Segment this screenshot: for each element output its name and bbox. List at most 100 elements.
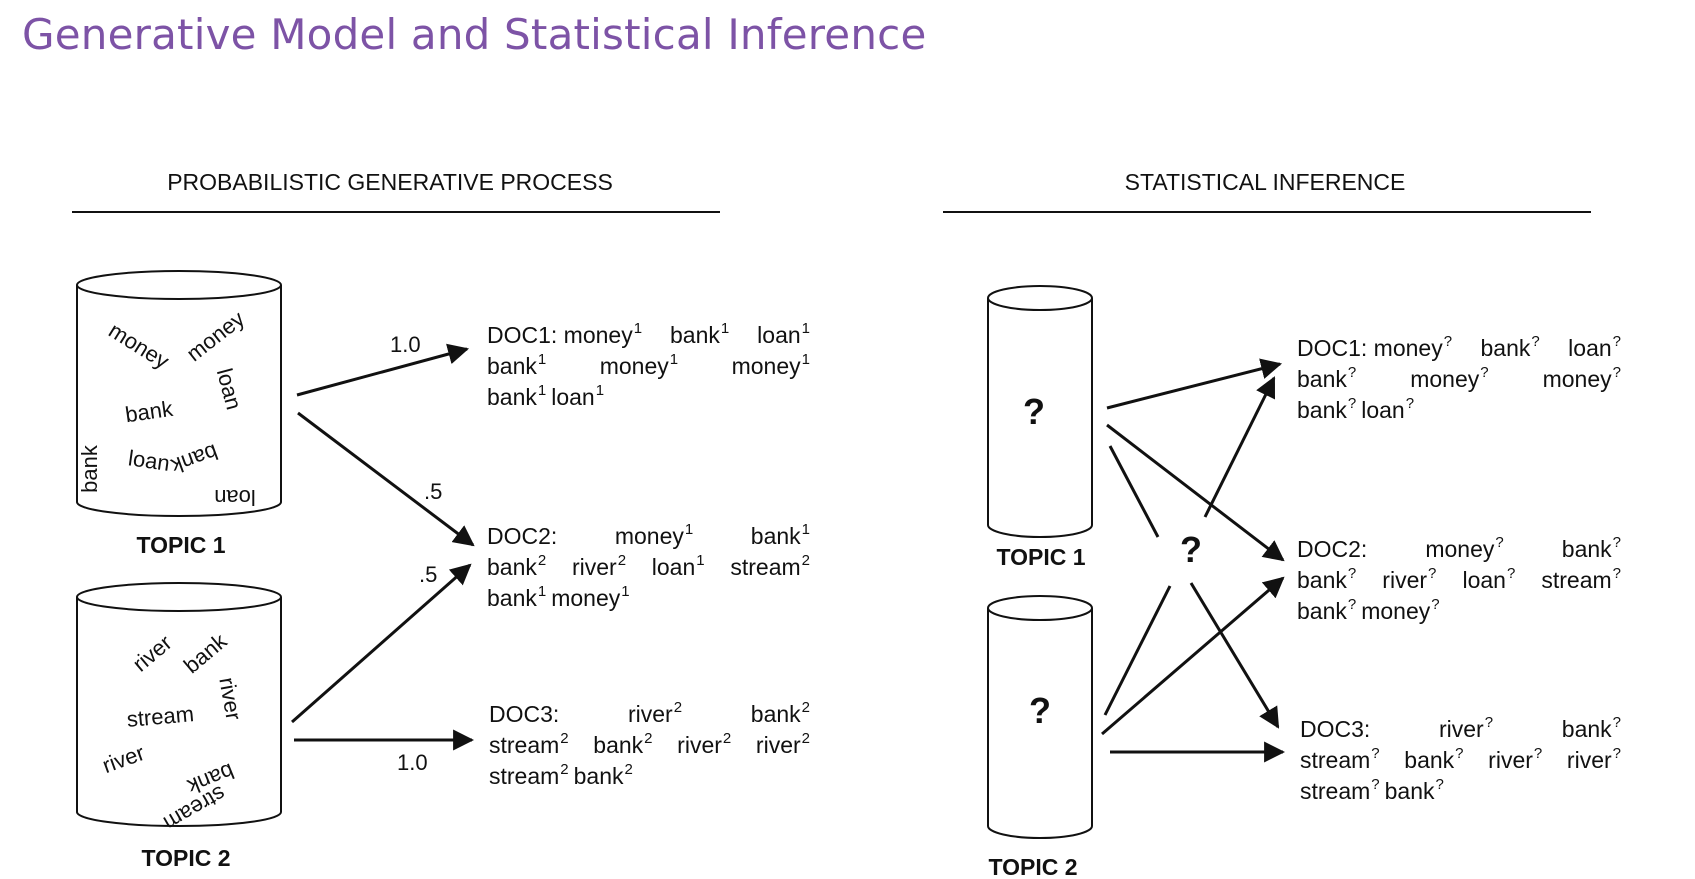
svg-text:money: money	[551, 585, 621, 611]
right-doc3-topic-tag: ?	[1613, 745, 1621, 762]
right-doc2-topic-tag: ?	[1428, 565, 1436, 582]
diagram-canvas: PROBABILISTIC GENERATIVE PROCESS money mo…	[72, 169, 1621, 879]
right-doc3-word: stream?	[1300, 776, 1380, 804]
svg-text:bank: bank	[487, 384, 537, 410]
left-doc2-topic-tag: 2	[538, 552, 546, 569]
right-doc3-word: bank?	[1404, 745, 1463, 773]
right-doc1-word: money?	[1543, 364, 1621, 392]
left-doc1-word: bank 1	[487, 382, 546, 410]
left-doc1-topic-tag: 1	[634, 320, 642, 337]
arrow-inferred-topic1-doc1	[1106, 358, 1283, 410]
weight-topic1-doc2: .5	[424, 479, 442, 504]
svg-text:bank: bank	[1562, 716, 1612, 742]
right-doc2-word: river?	[1382, 565, 1436, 593]
svg-text:stream: stream	[1300, 747, 1370, 773]
left-doc3-word: stream 2	[489, 730, 569, 758]
svg-text:money: money	[1425, 536, 1495, 562]
weight-topic1-doc1: 1.0	[390, 332, 421, 357]
svg-text:river: river	[1439, 716, 1484, 742]
svg-text:DOC1: money: DOC1: money	[487, 322, 633, 348]
svg-text:river: river	[572, 554, 617, 580]
right-doc2-topic-tag: ?	[1431, 596, 1439, 613]
svg-text:bank: bank	[487, 585, 537, 611]
right-doc2-topic-tag: ?	[1507, 565, 1515, 582]
topic1-word: bank	[124, 396, 176, 428]
left-doc3-word: bank 2	[751, 699, 810, 727]
right-doc2-word: bank?	[1562, 534, 1621, 562]
svg-text:loan: loan	[1361, 397, 1404, 423]
svg-text:DOC3:: DOC3:	[489, 701, 559, 727]
right-doc3-topic-tag: ?	[1371, 745, 1379, 762]
left-doc1-topic-tag: 1	[538, 351, 546, 368]
svg-text:loan: loan	[551, 384, 594, 410]
right-doc1-word: bank?	[1297, 364, 1356, 392]
inferred-topic1-mark: ?	[1023, 391, 1045, 432]
left-doc2-word: money 1	[615, 521, 693, 549]
right-doc2-topic-tag: ?	[1613, 565, 1621, 582]
svg-text:river: river	[628, 701, 673, 727]
right-doc2-topic-tag: ?	[1348, 565, 1356, 582]
left-doc1-word: money 1	[600, 351, 678, 379]
weight-topic2-doc3: 1.0	[397, 750, 428, 775]
svg-text:stream: stream	[1541, 567, 1611, 593]
topic1-words: money moneyloanbankbank loanbankloan	[77, 306, 256, 510]
left-doc1-word: money 1	[732, 351, 810, 379]
svg-text:stream: stream	[1300, 778, 1370, 804]
right-doc3-word: stream?	[1300, 745, 1380, 773]
left-doc2-topic-tag: 1	[802, 521, 810, 538]
right-doc1-word: loan?	[1361, 395, 1414, 423]
right-doc2-topic-tag: ?	[1348, 596, 1356, 613]
svg-text:loan: loan	[1462, 567, 1505, 593]
right-panel-header: STATISTICAL INFERENCE	[1125, 169, 1406, 195]
right-doc3-topic-tag: ?	[1534, 745, 1542, 762]
left-doc1-topic-tag: 1	[802, 320, 810, 337]
right-doc1-topic-tag: ?	[1348, 364, 1356, 381]
right-doc3-word: bank?	[1562, 714, 1621, 742]
right-doc1-word: bank?	[1297, 395, 1356, 423]
right-doc2-word: stream?	[1541, 565, 1621, 593]
left-doc1-word: loan 1	[551, 382, 604, 410]
right-doc3-topic-tag: ?	[1371, 776, 1379, 793]
right-doc1-topic-tag: ?	[1406, 395, 1414, 412]
topic1-word: money	[104, 318, 173, 374]
topic1-word: bank	[167, 439, 221, 479]
left-doc2-word: DOC2:	[487, 523, 557, 549]
right-doc3-word: bank?	[1385, 776, 1444, 804]
right-doc3-topic-tag: ?	[1485, 714, 1493, 731]
svg-text:bank: bank	[593, 732, 643, 758]
svg-text:stream: stream	[489, 732, 559, 758]
right-doc3-word: river?	[1488, 745, 1542, 773]
left-doc2-topic-tag: 1	[621, 583, 629, 600]
right-doc2-word: money?	[1425, 534, 1503, 562]
arrow-inferred-topic1-doc3	[1189, 582, 1280, 729]
left-doc2-word: stream 2	[730, 552, 810, 580]
left-doc2-word: loan 1	[652, 552, 705, 580]
left-doc3-word: stream 2	[489, 761, 569, 789]
left-doc2-topic-tag: 1	[538, 583, 546, 600]
left-doc2-word: bank 1	[487, 583, 546, 611]
svg-text:bank: bank	[1562, 536, 1612, 562]
svg-text:money: money	[615, 523, 685, 549]
right-doc1-topic-tag: ?	[1348, 395, 1356, 412]
left-doc3-word: bank 2	[574, 761, 633, 789]
svg-text:DOC1: money: DOC1: money	[1297, 335, 1443, 361]
right-doc2-word: money?	[1361, 596, 1439, 624]
left-doc1-topic-tag: 1	[596, 382, 604, 399]
left-panel-header: PROBABILISTIC GENERATIVE PROCESS	[167, 169, 613, 195]
svg-text:money: money	[1543, 366, 1613, 392]
svg-text:river: river	[1567, 747, 1612, 773]
left-doc3-topic-tag: 2	[560, 730, 568, 747]
svg-text:river: river	[1382, 567, 1427, 593]
arrow-inferred-topic2-doc1	[1203, 376, 1276, 518]
inferred-topic2-label: TOPIC 2	[988, 854, 1077, 879]
svg-text:bank: bank	[487, 554, 537, 580]
topic2-word: river	[214, 675, 246, 721]
right-doc3-word: DOC3:	[1300, 716, 1370, 742]
left-doc2-topic-tag: 2	[802, 552, 810, 569]
inferred-topic2-mark: ?	[1029, 690, 1051, 731]
left-doc2-word: bank 1	[751, 521, 810, 549]
svg-text:bank: bank	[1297, 366, 1347, 392]
right-doc2-topic-tag: ?	[1613, 534, 1621, 551]
right-doc1-word: loan?	[1568, 333, 1621, 361]
left-doc3-topic-tag: 2	[560, 761, 568, 778]
